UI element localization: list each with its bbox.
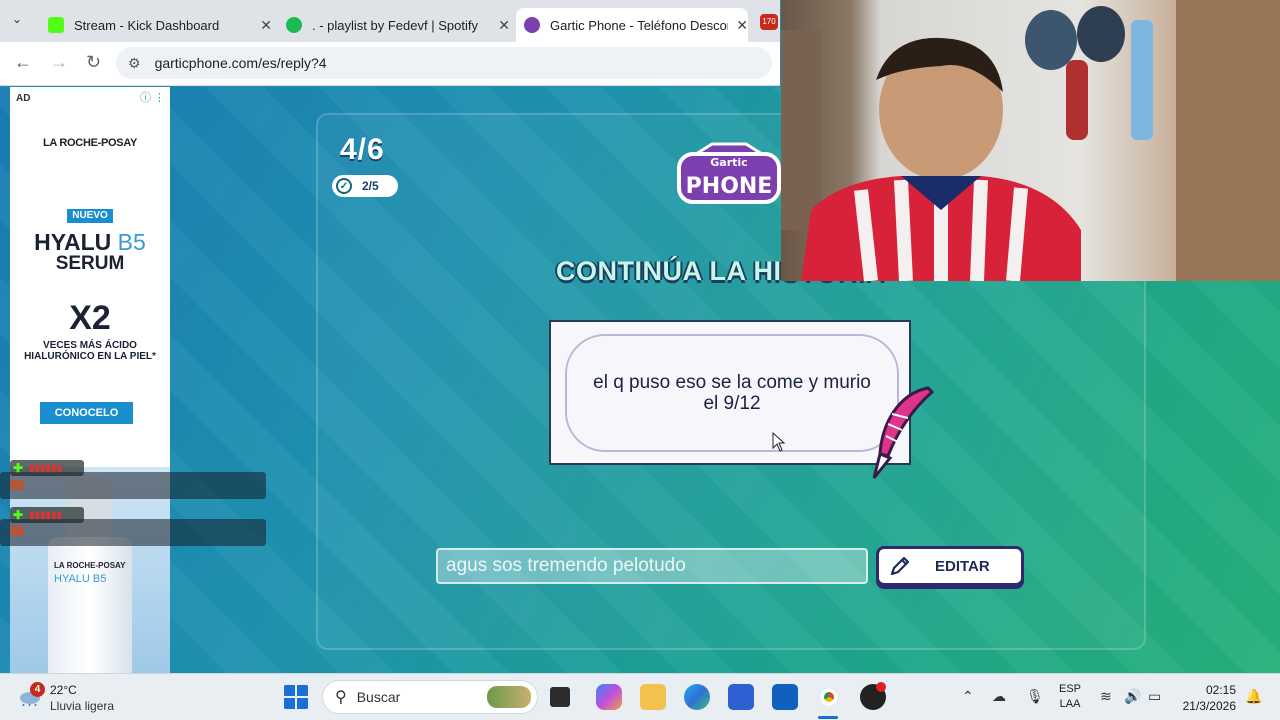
quill-icon — [872, 386, 935, 479]
phone-icon — [524, 17, 540, 33]
volume-icon[interactable]: 🔊 — [1124, 688, 1141, 705]
tab-bar: ⌄ Stream - Kick Dashboard ✕ . - playlist… — [0, 0, 780, 42]
spotify-icon — [286, 17, 302, 33]
file-explorer-icon[interactable] — [640, 684, 666, 710]
chat-user-badge: ✚ ▮▮▮▮▮▮ — [10, 507, 84, 523]
weather-temp: 22°C — [50, 683, 77, 697]
edge-icon[interactable] — [684, 684, 710, 710]
webcam-overlay — [781, 0, 1280, 281]
edit-button-label: EDITAR — [935, 557, 990, 575]
submitted-counter: ✓ 2/5 — [332, 175, 398, 197]
site-settings-icon[interactable]: ⚙ — [128, 55, 141, 72]
logo-text-bottom: PHONE — [686, 174, 773, 199]
copilot-icon[interactable] — [596, 684, 622, 710]
chevron-up-icon[interactable]: ⌃ — [962, 688, 974, 705]
round-counter: 4/6 — [340, 133, 385, 166]
prompt-card: el q puso eso se la come y murio el 9/12 — [549, 320, 911, 465]
emote-icon — [10, 480, 24, 490]
weather-badge: 4 — [30, 682, 45, 697]
tab-extra[interactable]: 170 — [760, 14, 778, 30]
gartic-phone-logo: Gartic PHONE — [677, 142, 781, 204]
start-icon[interactable] — [283, 684, 309, 710]
ad-product-sub: SERUM — [55, 253, 125, 274]
battery-icon[interactable]: ▭ — [1148, 688, 1161, 705]
screen: 4/6 ✓ 2/5 Gartic PHONE CONTINÚA LA HISTO… — [0, 0, 1280, 720]
check-icon: ✓ — [336, 178, 352, 194]
webcam-feed — [781, 0, 1280, 281]
close-icon[interactable]: ✕ — [260, 17, 272, 34]
microphone-icon[interactable]: 🎙 — [1026, 688, 1044, 705]
kick-icon — [48, 17, 64, 33]
language-indicator[interactable]: ESP LAA — [1059, 682, 1081, 712]
ad-brand: LA ROCHE-POSAY — [43, 137, 137, 149]
prompt-text: el q puso eso se la come y murio el 9/12 — [593, 372, 871, 414]
tab-spotify[interactable]: . - playlist by Fedevf | Spotify ✕ — [278, 8, 510, 42]
edit-button[interactable]: EDITAR — [876, 546, 1024, 586]
outlook-icon[interactable] — [772, 684, 798, 710]
cloud-off-icon[interactable]: ☁ — [992, 688, 1006, 705]
kick-plus-icon: ✚ — [13, 508, 24, 522]
tab-gartic[interactable]: Gartic Phone - Teléfono Descon ✕ — [516, 8, 748, 42]
ad-new-badge: NUEVO — [67, 209, 113, 223]
tab-kick[interactable]: Stream - Kick Dashboard ✕ — [40, 8, 272, 42]
search-icon: ⚲ — [335, 689, 347, 706]
notification-bell-icon[interactable]: 🔔 — [1245, 688, 1262, 705]
address-bar: ← → ↻ ⚙ garticphone.com/es/reply?4 — [0, 42, 780, 86]
ad-product-title: HYALU B5 — [34, 229, 146, 255]
task-view-icon[interactable] — [550, 687, 570, 707]
notification-dot — [876, 682, 886, 692]
pencil-icon — [890, 556, 910, 576]
store-icon[interactable] — [728, 684, 754, 710]
mouse-cursor — [772, 432, 786, 452]
url-field[interactable]: ⚙ garticphone.com/es/reply?4 — [116, 47, 772, 79]
back-icon[interactable]: ← — [14, 52, 32, 73]
wifi-icon[interactable]: ≋ — [1100, 688, 1112, 705]
forward-icon[interactable]: → — [50, 52, 68, 73]
close-icon[interactable]: ✕ — [498, 17, 510, 34]
kick-plus-icon: ✚ — [13, 461, 24, 475]
tab-list-dropdown[interactable]: ⌄ — [12, 12, 22, 26]
chat-message — [0, 472, 266, 499]
ad-banner[interactable]: AD ⓘ ⋮ LA ROCHE-POSAY NUEVO HYALU B5 SER… — [10, 87, 170, 673]
emote-icon — [10, 526, 24, 536]
ad-tag: AD — [16, 93, 31, 104]
chrome-icon[interactable] — [816, 684, 842, 710]
chat-message — [0, 519, 266, 546]
close-icon[interactable]: ✕ — [736, 17, 748, 34]
chat-user-badge: ✚ ▮▮▮▮▮▮ — [10, 460, 84, 476]
search-highlight-icon — [487, 686, 531, 708]
ad-x2: X2 — [69, 299, 111, 337]
chrome-active-indicator — [818, 716, 838, 719]
taskbar-search[interactable]: ⚲ Buscar — [322, 680, 538, 714]
logo-text-top: Gartic — [710, 156, 747, 169]
answer-input[interactable]: agus sos tremendo pelotudo — [436, 548, 868, 584]
clock[interactable]: 02:15 21/3/2026 — [1180, 682, 1236, 714]
ad-info-icon[interactable]: ⓘ ⋮ — [140, 89, 165, 105]
ad-cta-button[interactable]: CONOCELO — [40, 402, 133, 424]
taskbar: 4 22°C Lluvia ligera ⚲ Buscar ⌃ ☁ 🎙 ESP … — [0, 673, 1280, 720]
ad-description: VECES MÁS ÁCIDO HIALURÓNICO EN LA PIEL* — [24, 340, 156, 362]
weather-desc: Lluvia ligera — [50, 699, 115, 713]
reload-icon[interactable]: ↻ — [86, 52, 101, 73]
